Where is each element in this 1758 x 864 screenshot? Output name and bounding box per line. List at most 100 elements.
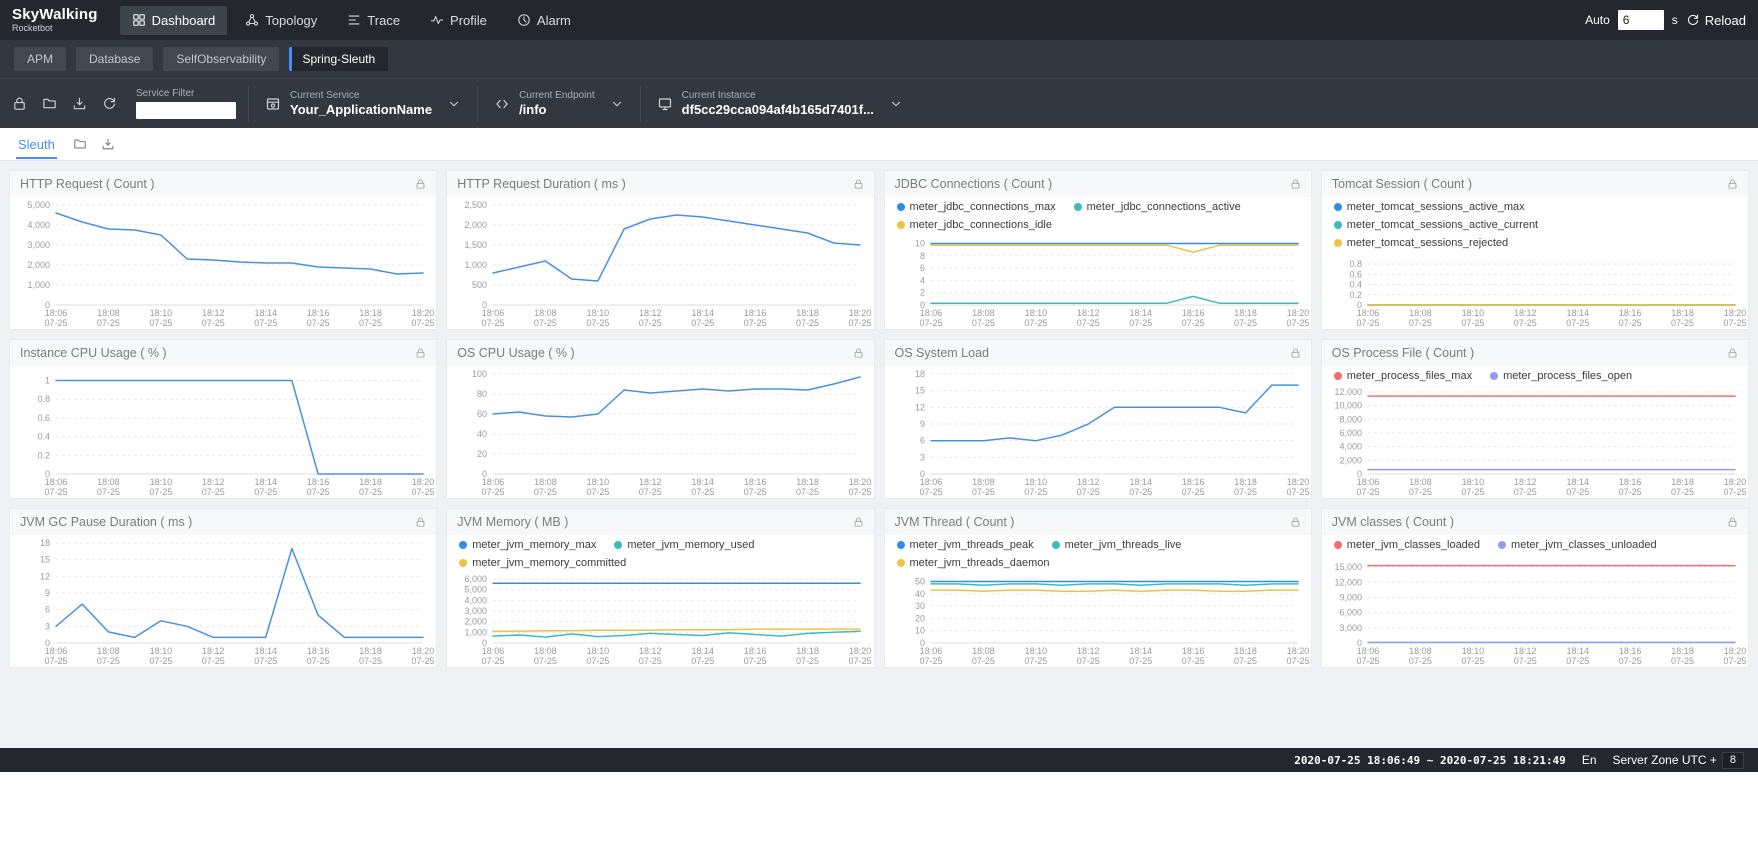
chart-canvas[interactable]: 03,0006,0009,00012,00015,00018:0607-2518… (1322, 553, 1749, 668)
svg-text:18:10: 18:10 (1461, 646, 1484, 656)
chevron-down-icon (610, 97, 624, 111)
svg-text:6: 6 (45, 605, 50, 615)
svg-text:07-25: 07-25 (587, 487, 610, 497)
tab-selfobservability[interactable]: SelfObservability (163, 47, 279, 71)
lock-icon[interactable] (1290, 178, 1301, 190)
svg-text:1,500: 1,500 (465, 240, 488, 250)
lock-icon[interactable] (12, 96, 27, 111)
legend-dot (1334, 221, 1342, 229)
chart-canvas[interactable]: 024681018:0607-2518:0807-2518:1007-2518:… (885, 233, 1312, 330)
lock-icon[interactable] (415, 178, 426, 190)
toolbar: Service Filter Current ServiceYour_Appli… (0, 78, 1758, 128)
lock-icon[interactable] (1727, 347, 1738, 359)
lock-icon[interactable] (853, 516, 864, 528)
legend-item[interactable]: meter_tomcat_sessions_active_max (1334, 201, 1525, 213)
legend-item[interactable]: meter_jvm_memory_used (614, 539, 754, 551)
nav-item-label: Trace (367, 13, 400, 28)
svg-text:15: 15 (914, 386, 924, 396)
legend-item[interactable]: meter_jvm_threads_daemon (897, 557, 1050, 569)
chart-legend-row: meter_jvm_threads_peak meter_jvm_threads_… (885, 535, 1311, 553)
svg-text:18:12: 18:12 (202, 308, 225, 318)
refresh-icon[interactable] (102, 96, 117, 111)
nav-item-trace[interactable]: Trace (335, 6, 412, 35)
chart-legend-row: meter_jvm_classes_loaded meter_jvm_classe… (1322, 535, 1748, 553)
nav-item-topology[interactable]: Topology (233, 6, 329, 35)
chart-canvas[interactable]: 02,0004,0006,0008,00010,00012,00018:0607… (1322, 384, 1749, 499)
nav-item-alarm[interactable]: Alarm (505, 6, 583, 35)
legend-item[interactable]: meter_jvm_classes_loaded (1334, 539, 1480, 551)
auto-refresh-interval-input[interactable] (1618, 10, 1664, 30)
lock-icon[interactable] (415, 516, 426, 528)
lock-icon[interactable] (853, 347, 864, 359)
nav-item-label: Alarm (537, 13, 571, 28)
chart-canvas[interactable]: 01,0002,0003,0004,0005,0006,00018:0607-2… (447, 571, 874, 668)
legend-item[interactable]: meter_jvm_memory_committed (459, 557, 626, 569)
reload-button[interactable]: Reload (1686, 13, 1746, 28)
legend-item[interactable]: meter_jvm_memory_max (459, 539, 596, 551)
svg-text:2,000: 2,000 (1339, 455, 1362, 465)
legend-item[interactable]: meter_process_files_open (1490, 370, 1632, 382)
chart-canvas[interactable]: 01,0002,0003,0004,0005,00018:0607-2518:0… (10, 197, 437, 330)
lock-icon[interactable] (1290, 347, 1301, 359)
legend-item[interactable]: meter_tomcat_sessions_rejected (1334, 237, 1508, 249)
download-icon[interactable] (72, 96, 87, 111)
svg-text:18:20: 18:20 (1723, 308, 1746, 318)
svg-text:07-25: 07-25 (482, 318, 505, 328)
selector-current-service[interactable]: Current ServiceYour_ApplicationName (248, 86, 477, 122)
svg-text:8: 8 (919, 251, 924, 261)
chart-canvas[interactable]: 00.20.40.60.818:0607-2518:0807-2518:1007… (1322, 251, 1749, 330)
svg-text:60: 60 (477, 409, 487, 419)
language-selector[interactable]: En (1582, 753, 1597, 767)
svg-text:18: 18 (40, 538, 50, 548)
svg-text:18:14: 18:14 (254, 308, 277, 318)
legend-item[interactable]: meter_jvm_classes_unloaded (1498, 539, 1657, 551)
legend-label: meter_process_files_max (1347, 370, 1472, 382)
svg-text:8,000: 8,000 (1339, 414, 1362, 424)
lock-icon[interactable] (1727, 516, 1738, 528)
download-icon[interactable] (101, 137, 115, 151)
tab-spring-sleuth[interactable]: Spring-Sleuth (289, 47, 388, 71)
selector-current-instance[interactable]: Current Instancedf5cc29cca094af4b165d740… (640, 86, 919, 122)
tab-sleuth[interactable]: Sleuth (16, 130, 57, 159)
service-filter-input[interactable] (136, 102, 236, 119)
chart-canvas[interactable]: 036912151818:0607-2518:0807-2518:1007-25… (10, 535, 437, 668)
legend-item[interactable]: meter_process_files_max (1334, 370, 1472, 382)
legend-item[interactable]: meter_jdbc_connections_max (897, 201, 1056, 213)
chart-title: JDBC Connections ( Count ) (895, 177, 1053, 191)
lock-icon[interactable] (853, 178, 864, 190)
chart-canvas[interactable]: 02040608010018:0607-2518:0807-2518:1007-… (447, 366, 874, 499)
chart-canvas[interactable]: 036912151818:0607-2518:0807-2518:1007-25… (885, 366, 1312, 499)
svg-text:3: 3 (919, 452, 924, 462)
legend-item[interactable]: meter_tomcat_sessions_active_current (1334, 219, 1538, 231)
server-zone-value[interactable]: 8 (1722, 752, 1744, 769)
legend-item[interactable]: meter_jdbc_connections_idle (897, 219, 1052, 231)
lock-icon[interactable] (415, 347, 426, 359)
chart-card-head: JVM classes ( Count ) (1322, 509, 1748, 535)
folder-icon[interactable] (42, 96, 57, 111)
svg-text:18:06: 18:06 (1356, 646, 1379, 656)
svg-text:07-25: 07-25 (202, 656, 225, 666)
lock-icon[interactable] (1290, 516, 1301, 528)
chart-canvas[interactable]: 00.20.40.60.8118:0607-2518:0807-2518:100… (10, 366, 437, 499)
lock-icon[interactable] (1727, 178, 1738, 190)
refresh-icon (1686, 13, 1700, 27)
legend-item[interactable]: meter_jvm_threads_peak (897, 539, 1034, 551)
svg-text:18:08: 18:08 (972, 477, 995, 487)
selector-current-endpoint[interactable]: Current Endpoint/info (477, 86, 640, 122)
svg-text:18:14: 18:14 (1129, 308, 1152, 318)
legend-dot (897, 221, 905, 229)
chart-card-head: JVM Thread ( Count ) (885, 509, 1311, 535)
svg-text:18:18: 18:18 (1234, 477, 1257, 487)
nav-item-profile[interactable]: Profile (418, 6, 499, 35)
legend-item[interactable]: meter_jdbc_connections_active (1074, 201, 1241, 213)
chart-canvas[interactable]: 05001,0001,5002,0002,50018:0607-2518:080… (447, 197, 874, 330)
tab-database[interactable]: Database (76, 47, 153, 71)
svg-text:10,000: 10,000 (1334, 401, 1362, 411)
folder-icon[interactable] (73, 137, 87, 151)
chart-canvas[interactable]: 0102030405018:0607-2518:0807-2518:1007-2… (885, 571, 1312, 668)
svg-text:18:06: 18:06 (1356, 308, 1379, 318)
tab-apm[interactable]: APM (14, 47, 66, 71)
brand-logo[interactable]: SkyWalking Rocketbot (12, 7, 98, 33)
legend-item[interactable]: meter_jvm_threads_live (1052, 539, 1182, 551)
nav-item-dashboard[interactable]: Dashboard (120, 6, 228, 35)
